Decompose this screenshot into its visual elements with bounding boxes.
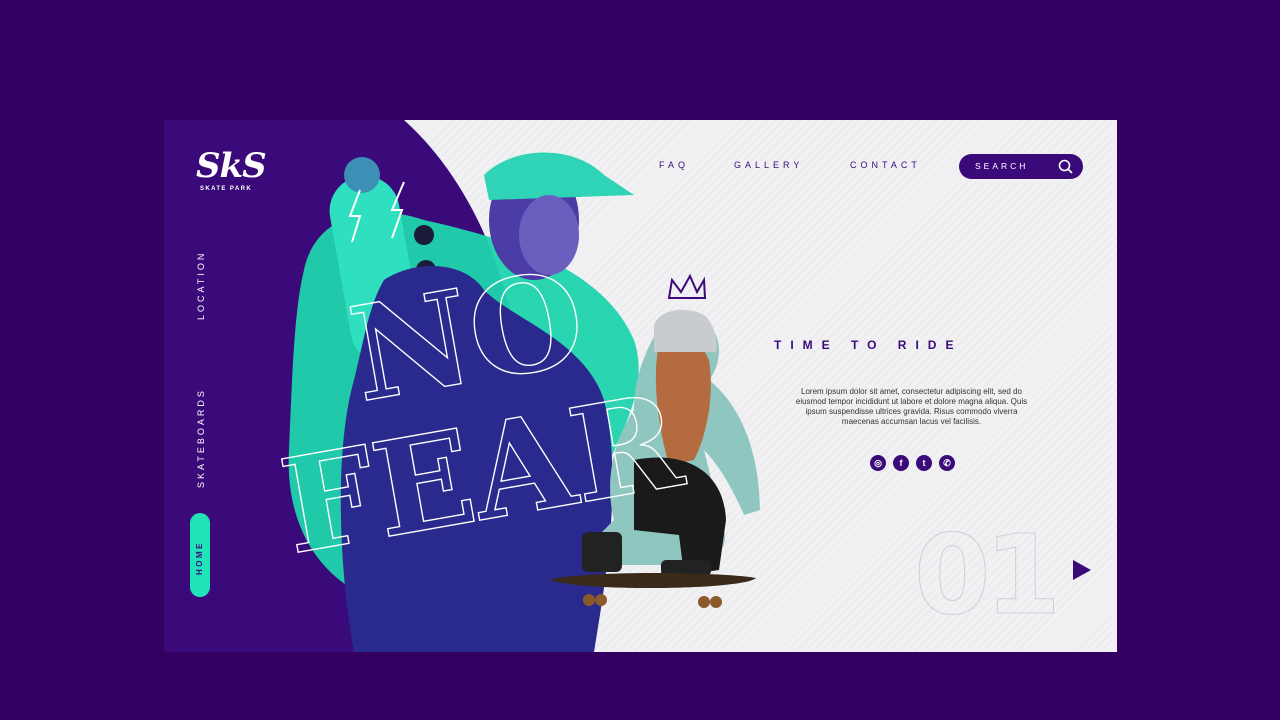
hero-tagline: TIME TO RIDE	[774, 338, 963, 352]
headline-word-fear: FEAR	[271, 363, 693, 583]
logo-mark: SkS	[196, 146, 267, 186]
facebook-icon[interactable]: f	[893, 455, 909, 471]
nav-faq[interactable]: FAQ	[659, 160, 689, 170]
search-icon	[1058, 159, 1073, 174]
side-nav-location[interactable]: LOCATION	[196, 251, 206, 320]
social-links: ◎ f t ✆	[870, 455, 955, 471]
whatsapp-icon[interactable]: ✆	[939, 455, 955, 471]
slide-number: 01	[913, 511, 1061, 639]
nav-gallery[interactable]: GALLERY	[734, 160, 803, 170]
logo-subtitle: SKATE PARK	[199, 186, 253, 192]
instagram-icon[interactable]: ◎	[870, 455, 886, 471]
hero-description: Lorem ipsum dolor sit amet, consectetur …	[795, 387, 1028, 426]
search-button-label: SEARCH	[975, 161, 1029, 171]
brand-logo[interactable]: SkS SKATE PARK	[196, 146, 267, 192]
side-nav-home[interactable]: HOME	[190, 513, 210, 597]
next-slide-arrow-icon[interactable]	[1072, 559, 1092, 581]
search-button[interactable]: SEARCH	[959, 154, 1083, 179]
landing-page-frame: NO FEAR SkS SKATE PARK LOCATION SKATEBOA…	[164, 120, 1117, 652]
nav-contact[interactable]: CONTACT	[850, 160, 921, 170]
side-nav-skateboards[interactable]: SKATEBOARDS	[196, 388, 206, 488]
twitter-icon[interactable]: t	[916, 455, 932, 471]
side-nav-home-label: HOME	[195, 541, 204, 575]
